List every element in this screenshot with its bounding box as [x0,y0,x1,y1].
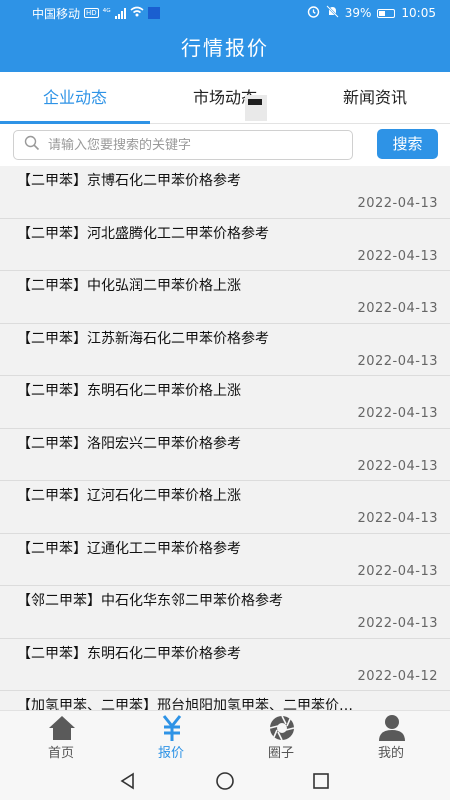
user-icon [377,714,407,742]
news-list-item[interactable]: 【二甲苯】京博石化二甲苯价格参考 2022-04-13 [0,166,450,219]
page-title: 行情报价 [181,36,269,60]
news-date: 2022-04-13 [357,563,438,579]
news-title: 【二甲苯】河北盛腾化工二甲苯价格参考 [17,225,269,242]
system-nav-bar [0,761,450,800]
bottom-nav: 首页 报价 圈子 我的 [0,710,450,761]
news-date: 2022-04-13 [357,248,438,264]
carrier-label: 中国移动 [32,6,81,21]
news-list-item[interactable]: 【邻二甲苯】中石化华东邻二甲苯价格参考 2022-04-13 [0,586,450,639]
battery-percent: 39% [344,6,372,20]
news-title: 【二甲苯】京博石化二甲苯价格参考 [17,173,241,189]
network-type-label: ⁴ᴳ [102,8,111,18]
home-icon [47,714,77,742]
aperture-icon [267,714,297,742]
news-date: 2022-04-12 [357,668,438,684]
nav-circle[interactable]: 圈子 [225,711,337,762]
news-list-item[interactable]: 【二甲苯】江苏新海石化二甲苯价格参考 2022-04-13 [0,324,450,376]
hd-badge: HD [84,8,99,18]
home-circle-icon[interactable] [215,771,235,791]
news-date: 2022-04-13 [357,458,438,474]
news-title: 【二甲苯】江苏新海石化二甲苯价格参考 [17,330,269,347]
back-icon[interactable] [118,771,138,791]
tab-company-news[interactable]: 企业动态 [0,72,150,124]
news-title: 【二甲苯】中化弘润二甲苯价格上涨 [17,278,241,294]
news-title: 【加氢甲苯、二甲苯】邢台旭阳加氢甲苯、二甲苯价… [17,698,353,710]
wifi-icon [130,6,144,20]
app-header: 中国移动 HD ⁴ᴳ 39% 10:05 行情报价 [0,0,450,72]
news-list: 【二甲苯】京博石化二甲苯价格参考 2022-04-13 【二甲苯】河北盛腾化工二… [0,166,450,710]
mute-icon [326,5,339,21]
news-list-item[interactable]: 【二甲苯】洛阳宏兴二甲苯价格参考 2022-04-13 [0,429,450,481]
nav-quote-label: 报价 [157,746,184,761]
clock-time: 10:05 [401,6,436,20]
news-date: 2022-04-13 [357,301,438,316]
yen-icon [157,714,187,742]
signal-icon [114,7,126,19]
search-box[interactable] [13,130,353,160]
news-title: 【二甲苯】东明石化二甲苯价格参考 [17,645,241,662]
news-title: 【二甲苯】辽河石化二甲苯价格上涨 [17,488,241,504]
news-list-item[interactable]: 【二甲苯】河北盛腾化工二甲苯价格参考 2022-04-13 [0,219,450,271]
battery-icon [377,8,396,18]
news-title: 【二甲苯】辽通化工二甲苯价格参考 [17,540,241,557]
nav-home[interactable]: 首页 [5,711,117,762]
tab-news-info[interactable]: 新闻资讯 [300,72,450,124]
notification-block-icon [147,7,160,19]
news-list-item[interactable]: 【二甲苯】东明石化二甲苯价格上涨 2022-04-13 [0,376,450,429]
floating-overlay [245,95,267,121]
news-date: 2022-04-13 [357,616,438,631]
news-list-item[interactable]: 【二甲苯】东明石化二甲苯价格参考 2022-04-12 [0,639,450,691]
nav-mine-label: 我的 [377,746,404,761]
news-list-item[interactable]: 【加氢甲苯、二甲苯】邢台旭阳加氢甲苯、二甲苯价… [0,691,450,710]
news-list-item[interactable]: 【二甲苯】辽通化工二甲苯价格参考 2022-04-13 [0,534,450,586]
nav-quote[interactable]: 报价 [115,711,227,762]
nav-home-label: 首页 [47,746,74,761]
recent-apps-icon[interactable] [311,771,331,791]
nav-mine[interactable]: 我的 [335,711,447,762]
nav-circle-label: 圈子 [267,746,294,761]
tab-market-news[interactable]: 市场动态 [150,72,300,124]
news-list-item[interactable]: 【二甲苯】辽河石化二甲苯价格上涨 2022-04-13 [0,481,450,534]
news-list-item[interactable]: 【二甲苯】中化弘润二甲苯价格上涨 2022-04-13 [0,271,450,324]
search-icon [24,135,40,155]
search-input[interactable] [48,137,338,153]
news-title: 【二甲苯】东明石化二甲苯价格上涨 [17,383,241,399]
news-date: 2022-04-13 [357,353,438,369]
search-bar: 搜索 [0,124,450,166]
tab-bar: 企业动态 市场动态 新闻资讯 [0,72,450,124]
news-date: 2022-04-13 [357,196,438,211]
news-date: 2022-04-13 [357,511,438,526]
news-title: 【邻二甲苯】中石化华东邻二甲苯价格参考 [17,593,283,609]
news-title: 【二甲苯】洛阳宏兴二甲苯价格参考 [17,435,241,452]
status-bar: 中国移动 HD ⁴ᴳ 39% 10:05 [0,0,450,26]
search-button[interactable]: 搜索 [377,129,438,159]
alarm-icon [307,5,320,21]
news-date: 2022-04-13 [357,406,438,421]
